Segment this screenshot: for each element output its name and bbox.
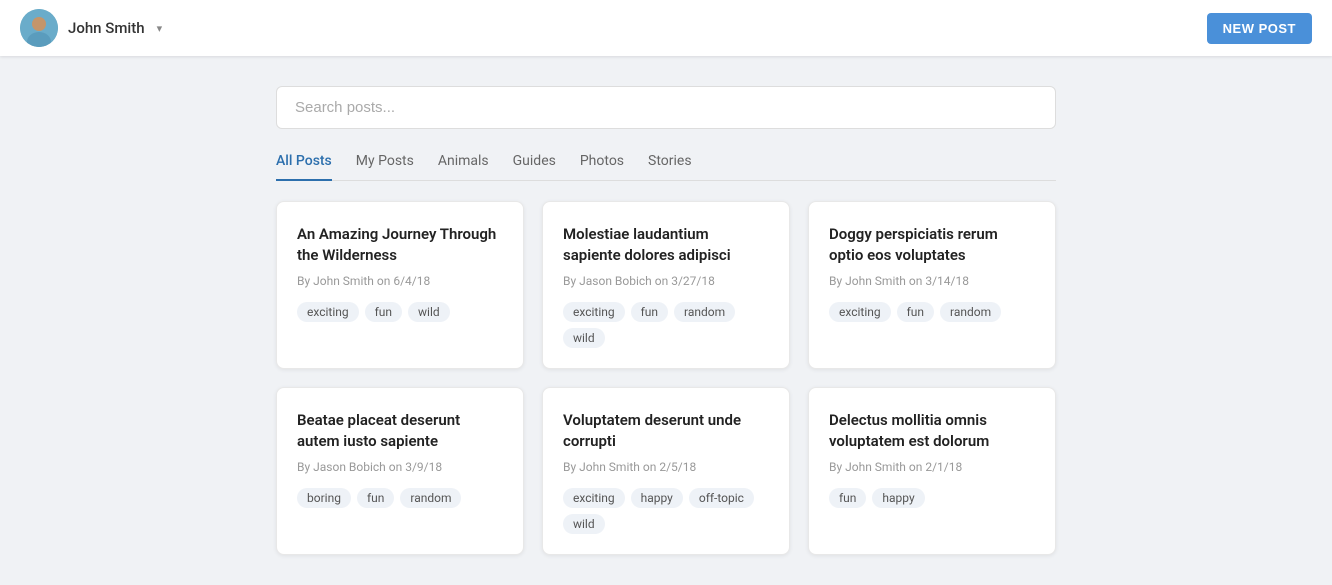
card-tags: fun happy xyxy=(829,488,1035,508)
avatar xyxy=(20,9,58,47)
card-tags: exciting funwild xyxy=(297,302,503,322)
tag-fun[interactable]: fun xyxy=(829,488,866,508)
tag-random[interactable]: random xyxy=(674,302,735,322)
card-title: Voluptatem deserunt unde corrupti xyxy=(563,410,769,452)
tag-random[interactable]: random xyxy=(400,488,461,508)
tab-photos[interactable]: Photos xyxy=(580,153,624,181)
card-meta: By Jason Bobich on 3/27/18 xyxy=(563,274,769,288)
card-meta: By John Smith on 6/4/18 xyxy=(297,274,503,288)
card-meta: By Jason Bobich on 3/9/18 xyxy=(297,460,503,474)
post-card[interactable]: Voluptatem deserunt unde corrupti By John… xyxy=(542,387,790,555)
tabs-nav: All Posts My Posts Animals Guides Photos Stor… xyxy=(276,153,1056,181)
tag-wild[interactable]: wild xyxy=(563,328,605,348)
post-card[interactable]: An Amazing Journey Through the Wildernes… xyxy=(276,201,524,369)
tab-guides[interactable]: Guides xyxy=(513,153,556,181)
tag-fun[interactable]: fun xyxy=(357,488,394,508)
tag-exciting[interactable]: exciting xyxy=(563,302,625,322)
tag-wild[interactable]: wild xyxy=(408,302,450,322)
card-title: Delectus mollitia omnis voluptatem est d… xyxy=(829,410,1035,452)
tag-fun[interactable]: fun xyxy=(365,302,402,322)
card-tags: exciting happy off-topic wild xyxy=(563,488,769,534)
post-card[interactable]: Delectus mollitia omnis voluptatem est d… xyxy=(808,387,1056,555)
card-meta: By John Smith on 2/5/18 xyxy=(563,460,769,474)
post-card[interactable]: Beatae placeat deserunt autem iusto sapi… xyxy=(276,387,524,555)
card-meta: By John Smith on 3/14/18 xyxy=(829,274,1035,288)
tag-wild[interactable]: wild xyxy=(563,514,605,534)
tag-happy[interactable]: happy xyxy=(631,488,683,508)
post-card[interactable]: Doggy perspiciatis rerum optio eos volup… xyxy=(808,201,1056,369)
tag-exciting[interactable]: exciting xyxy=(563,488,625,508)
card-title: Beatae placeat deserunt autem iusto sapi… xyxy=(297,410,503,452)
search-input[interactable] xyxy=(276,86,1056,129)
tag-random[interactable]: random xyxy=(940,302,1001,322)
main-content: All Posts My Posts Animals Guides Photos Stor… xyxy=(256,56,1076,585)
post-card[interactable]: Molestiae laudantium sapiente dolores ad… xyxy=(542,201,790,369)
tab-animals[interactable]: Animals xyxy=(438,153,489,181)
tab-all-posts[interactable]: All Posts xyxy=(276,153,332,181)
tab-my-posts[interactable]: My Posts xyxy=(356,153,414,181)
tag-fun[interactable]: fun xyxy=(897,302,934,322)
card-tags: boring fun random xyxy=(297,488,503,508)
tab-stories[interactable]: Stories xyxy=(648,153,692,181)
card-meta: By John Smith on 2/1/18 xyxy=(829,460,1035,474)
posts-grid: An Amazing Journey Through the Wildernes… xyxy=(276,201,1056,555)
card-title: Molestiae laudantium sapiente dolores ad… xyxy=(563,224,769,266)
tag-happy[interactable]: happy xyxy=(872,488,924,508)
tag-off-topic[interactable]: off-topic xyxy=(689,488,754,508)
card-tags: exciting fun random wild xyxy=(563,302,769,348)
tag-boring[interactable]: boring xyxy=(297,488,351,508)
card-title: An Amazing Journey Through the Wildernes… xyxy=(297,224,503,266)
tag-exciting[interactable]: exciting xyxy=(829,302,891,322)
app-header: John Smith ▾ NEW POST xyxy=(0,0,1332,56)
username-label: John Smith xyxy=(68,19,145,37)
tag-exciting[interactable]: exciting xyxy=(297,302,359,322)
card-title: Doggy perspiciatis rerum optio eos volup… xyxy=(829,224,1035,266)
user-info[interactable]: John Smith ▾ xyxy=(20,9,162,47)
chevron-down-icon: ▾ xyxy=(157,22,163,35)
tag-fun[interactable]: fun xyxy=(631,302,668,322)
new-post-button[interactable]: NEW POST xyxy=(1207,13,1312,44)
card-tags: exciting fun random xyxy=(829,302,1035,322)
